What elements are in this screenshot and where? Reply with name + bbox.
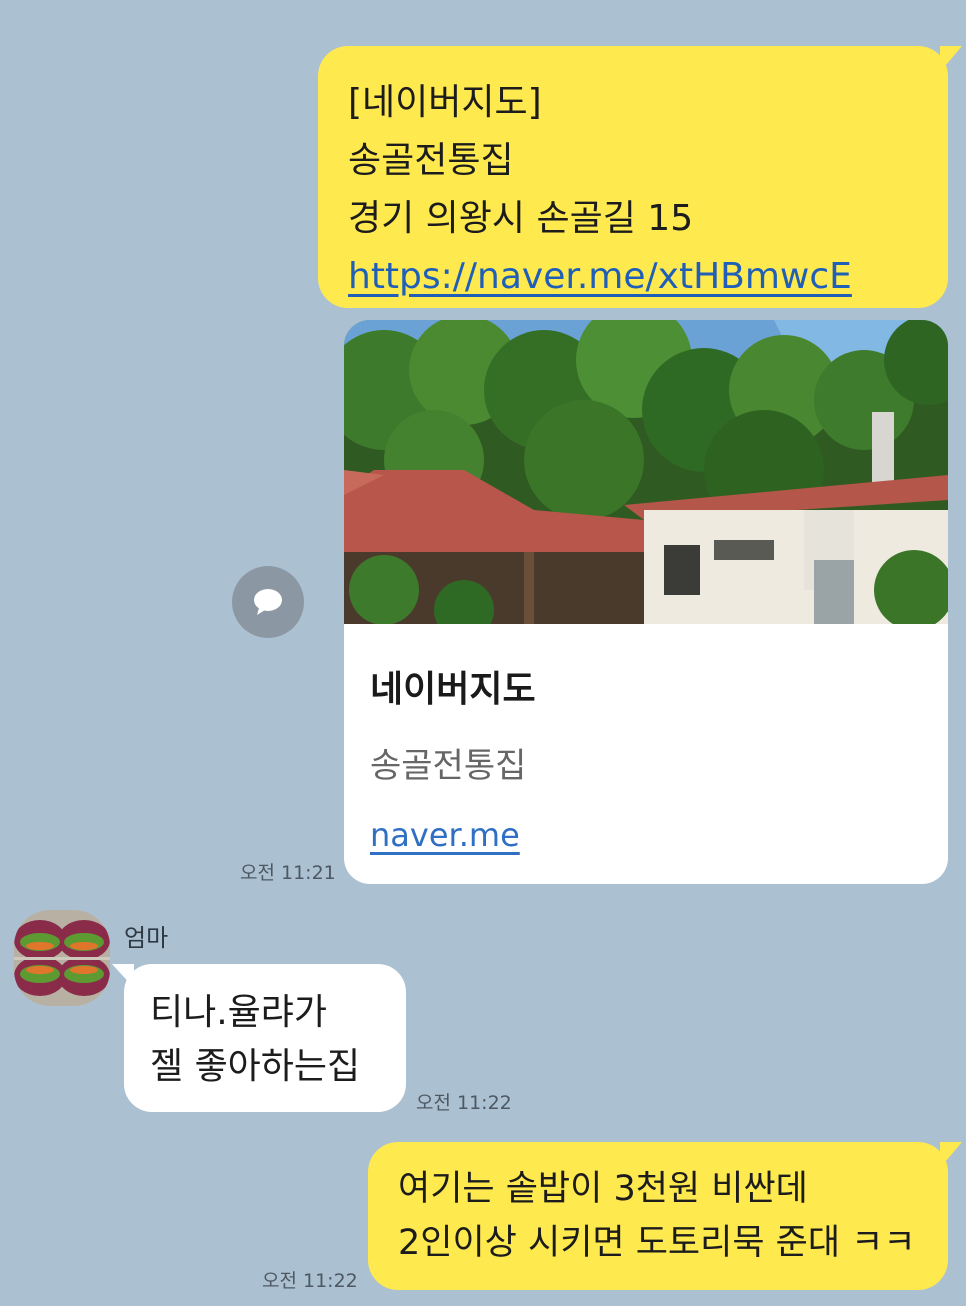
- sender-name: 엄마: [124, 924, 169, 952]
- message-line: 여기는 솥밥이 3천원 비싼데: [398, 1169, 808, 1209]
- restaurant-photo: [344, 320, 948, 624]
- card-link[interactable]: naver.me: [370, 816, 520, 854]
- message-line: 티나.율랴가: [150, 992, 328, 1033]
- message-timestamp: 오전 11:22: [416, 1092, 512, 1114]
- my-message-bubble-reply[interactable]: 여기는 솥밥이 3천원 비싼데 2인이상 시키면 도토리묵 준대 ㅋㅋ: [368, 1142, 962, 1290]
- message-line: 송골전통집: [348, 140, 514, 181]
- message-line: 젤 좋아하는집: [150, 1046, 361, 1087]
- sandwich-photo: [14, 910, 110, 1006]
- message-timestamp: 오전 11:21: [240, 862, 336, 884]
- avatar[interactable]: [14, 910, 110, 1006]
- my-message-bubble-map-share[interactable]: [네이버지도] 송골전통집 경기 의왕시 손골길 15 https://nave…: [318, 46, 962, 308]
- other-message-bubble[interactable]: 티나.율랴가 젤 좋아하는집: [112, 964, 406, 1112]
- card-subtitle: 송골전통집: [370, 746, 527, 786]
- message-line: [네이버지도]: [348, 82, 542, 123]
- share-button[interactable]: [232, 566, 304, 638]
- message-line: 2인이상 시키면 도토리묵 준대 ㅋㅋ: [398, 1223, 916, 1263]
- message-timestamp: 오전 11:22: [262, 1270, 358, 1292]
- map-link[interactable]: https://naver.me/xtHBmwcE: [348, 248, 948, 306]
- message-line: 경기 의왕시 손골길 15: [348, 198, 694, 239]
- link-preview-card[interactable]: 네이버지도 송골전통집 naver.me: [344, 320, 948, 884]
- card-title: 네이버지도: [370, 669, 536, 710]
- chat-bubble-icon: [254, 589, 282, 615]
